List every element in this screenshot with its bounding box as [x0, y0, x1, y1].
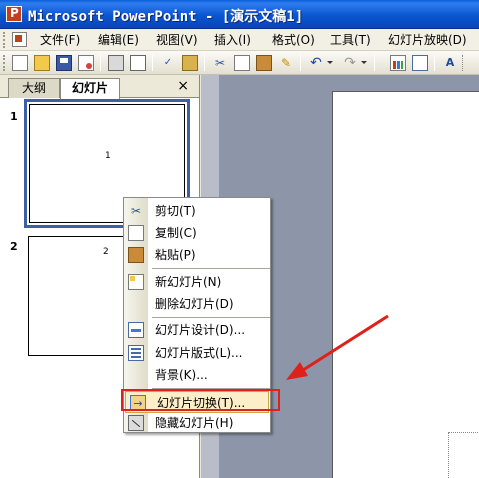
format-painter-icon[interactable]: ✎ [278, 55, 294, 71]
toolbar-grip-handle[interactable] [3, 55, 7, 71]
menu-insert[interactable]: 插入(I) [214, 32, 251, 48]
toolbar-overflow-icon[interactable] [462, 55, 479, 71]
paste-icon[interactable] [256, 55, 272, 71]
slide-design-icon [128, 322, 144, 338]
textbox-icon[interactable]: A [442, 55, 458, 71]
toolbar-separator [152, 55, 153, 71]
context-item-delete-slide[interactable]: 删除幻灯片(D) [124, 293, 270, 315]
spelling-icon[interactable]: ✓ [160, 55, 176, 71]
menu-tools[interactable]: 工具(T) [330, 32, 371, 48]
print-icon[interactable] [108, 55, 124, 71]
research-icon[interactable] [182, 55, 198, 71]
menu-format[interactable]: 格式(O) [272, 32, 315, 48]
context-item-slide-layout[interactable]: 幻灯片版式(L)... [124, 342, 270, 364]
standard-toolbar: ✓ ✂ ✎ ↶ ↷ A [0, 51, 479, 75]
slide-number-1: 1 [10, 110, 18, 123]
menu-view[interactable]: 视图(V) [156, 32, 198, 48]
toolbar-separator [300, 55, 301, 71]
context-item-cut[interactable]: ✂ 剪切(T) [124, 200, 270, 222]
menu-edit[interactable]: 编辑(E) [98, 32, 139, 48]
redo-icon[interactable]: ↷ [342, 55, 358, 71]
context-item-paste[interactable]: 粘贴(P) [124, 244, 270, 266]
copy-icon[interactable] [234, 55, 250, 71]
context-item-background-label: 背景(K)... [155, 368, 208, 382]
context-item-slide-design-label: 幻灯片设计(D)... [155, 323, 246, 337]
context-item-slide-layout-label: 幻灯片版式(L)... [155, 346, 243, 360]
cut-icon[interactable]: ✂ [212, 55, 228, 71]
open-icon[interactable] [34, 55, 50, 71]
context-item-cut-label: 剪切(T) [155, 204, 196, 218]
context-item-paste-label: 粘贴(P) [155, 248, 196, 262]
slide-editing-canvas[interactable] [332, 91, 479, 478]
permission-icon[interactable] [78, 55, 94, 71]
slide-number-2: 2 [10, 240, 18, 253]
print-preview-icon[interactable] [130, 55, 146, 71]
menu-bar: 文件(F) 编辑(E) 视图(V) 插入(I) 格式(O) 工具(T) 幻灯片放… [0, 29, 479, 51]
hide-slide-icon [128, 415, 144, 431]
undo-icon[interactable]: ↶ [308, 55, 324, 71]
menu-slideshow[interactable]: 幻灯片放映(D) [388, 32, 467, 48]
toolbar-separator [434, 55, 435, 71]
context-item-background[interactable]: 背景(K)... [124, 364, 270, 386]
slide-thumbnail-2-label: 2 [103, 247, 109, 257]
new-icon[interactable] [12, 55, 28, 71]
window-title: Microsoft PowerPoint - [演示文稿1] [28, 9, 304, 25]
menu-grip-handle[interactable] [3, 32, 7, 48]
pane-tab-strip: 大纲 幻灯片 × [0, 75, 199, 99]
title-bar: Microsoft PowerPoint - [演示文稿1] [0, 0, 479, 29]
table-icon[interactable] [412, 55, 428, 71]
context-item-new-slide[interactable]: 新幻灯片(N) [124, 271, 270, 293]
chart-icon[interactable] [390, 55, 406, 71]
toolbar-separator [204, 55, 205, 71]
slide-thumbnail-1-label: 1 [105, 151, 111, 161]
menu-file[interactable]: 文件(F) [40, 32, 80, 48]
slide-layout-icon [128, 345, 144, 361]
context-item-slide-design[interactable]: 幻灯片设计(D)... [124, 319, 270, 341]
undo-dropdown-arrow-icon[interactable] [327, 61, 333, 64]
text-placeholder-border[interactable] [448, 432, 478, 478]
new-slide-icon [128, 274, 144, 290]
cut-icon: ✂ [130, 204, 142, 218]
toolbar-separator [374, 55, 375, 71]
close-icon[interactable]: × [177, 78, 189, 94]
document-icon[interactable] [12, 32, 27, 47]
annotation-highlight-box [121, 389, 280, 411]
powerpoint-window: Microsoft PowerPoint - [演示文稿1] 文件(F) 编辑(… [0, 0, 479, 478]
context-item-copy[interactable]: 复制(C) [124, 222, 270, 244]
tab-outline[interactable]: 大纲 [8, 78, 60, 98]
toolbar-separator [100, 55, 101, 71]
context-item-copy-label: 复制(C) [155, 226, 197, 240]
context-item-hide-slide[interactable]: 隐藏幻灯片(H) [124, 412, 270, 434]
tab-slides[interactable]: 幻灯片 [60, 78, 120, 99]
save-icon[interactable] [56, 55, 72, 71]
context-menu-separator [152, 317, 270, 318]
context-menu-separator [152, 268, 270, 269]
context-item-new-slide-label: 新幻灯片(N) [155, 275, 222, 289]
redo-dropdown-arrow-icon[interactable] [361, 61, 367, 64]
context-item-delete-slide-label: 删除幻灯片(D) [155, 297, 234, 311]
context-item-hide-slide-label: 隐藏幻灯片(H) [155, 416, 234, 430]
powerpoint-app-icon[interactable] [6, 6, 22, 22]
paste-icon [128, 247, 144, 263]
copy-icon [128, 225, 144, 241]
